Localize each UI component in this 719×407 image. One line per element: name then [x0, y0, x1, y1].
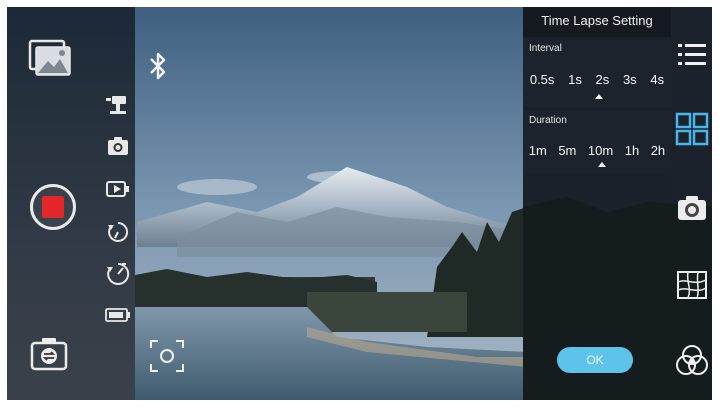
interval-option[interactable]: 0.5s	[529, 72, 556, 87]
duration-option-selected[interactable]: 10m	[587, 143, 614, 158]
duration-section: Duration 1m 5m 10m 1h 2h	[523, 111, 671, 173]
grid-icon[interactable]	[674, 111, 710, 147]
timelapse-mode-icon[interactable]	[103, 218, 133, 246]
duration-selected-caret	[598, 162, 606, 167]
interval-label: Interval	[529, 43, 562, 54]
duration-option[interactable]: 5m	[557, 143, 577, 158]
interval-option[interactable]: 4s	[649, 72, 665, 87]
camera-settings-icon[interactable]	[674, 190, 710, 226]
gallery-icon[interactable]	[26, 38, 74, 80]
duration-options: 1m 5m 10m 1h 2h	[523, 140, 671, 160]
interval-option[interactable]: 1s	[567, 72, 583, 87]
photo-mode-icon[interactable]	[103, 133, 133, 159]
record-button[interactable]	[30, 184, 76, 230]
record-stop-square	[42, 196, 64, 218]
ok-button[interactable]: OK	[557, 347, 633, 373]
interval-options: 0.5s 1s 2s 3s 4s	[523, 69, 671, 89]
duration-label: Duration	[529, 115, 567, 126]
focus-icon[interactable]	[147, 337, 187, 375]
map-icon[interactable]	[674, 267, 710, 303]
timelapse-title: Time Lapse Setting	[523, 7, 671, 37]
gimbal-mode-icon[interactable]	[103, 91, 133, 117]
interval-option-selected[interactable]: 2s	[595, 72, 611, 87]
battery-icon	[103, 304, 133, 326]
duration-option[interactable]: 1m	[528, 143, 548, 158]
switch-camera-icon[interactable]	[27, 333, 71, 375]
duration-option[interactable]: 2h	[650, 143, 666, 158]
video-mode-icon[interactable]	[103, 176, 133, 202]
hyperlapse-mode-icon[interactable]	[103, 260, 133, 288]
bluetooth-icon	[145, 49, 171, 83]
filter-icon[interactable]	[674, 341, 710, 381]
interval-section: Interval 0.5s 1s 2s 3s 4s	[523, 39, 671, 107]
interval-selected-caret	[595, 94, 603, 99]
timelapse-settings-panel: Time Lapse Setting Interval 0.5s 1s 2s 3…	[523, 7, 671, 400]
menu-icon[interactable]	[674, 37, 710, 73]
duration-option[interactable]: 1h	[624, 143, 640, 158]
interval-option[interactable]: 3s	[622, 72, 638, 87]
camera-screen: Time Lapse Setting Interval 0.5s 1s 2s 3…	[7, 7, 712, 400]
